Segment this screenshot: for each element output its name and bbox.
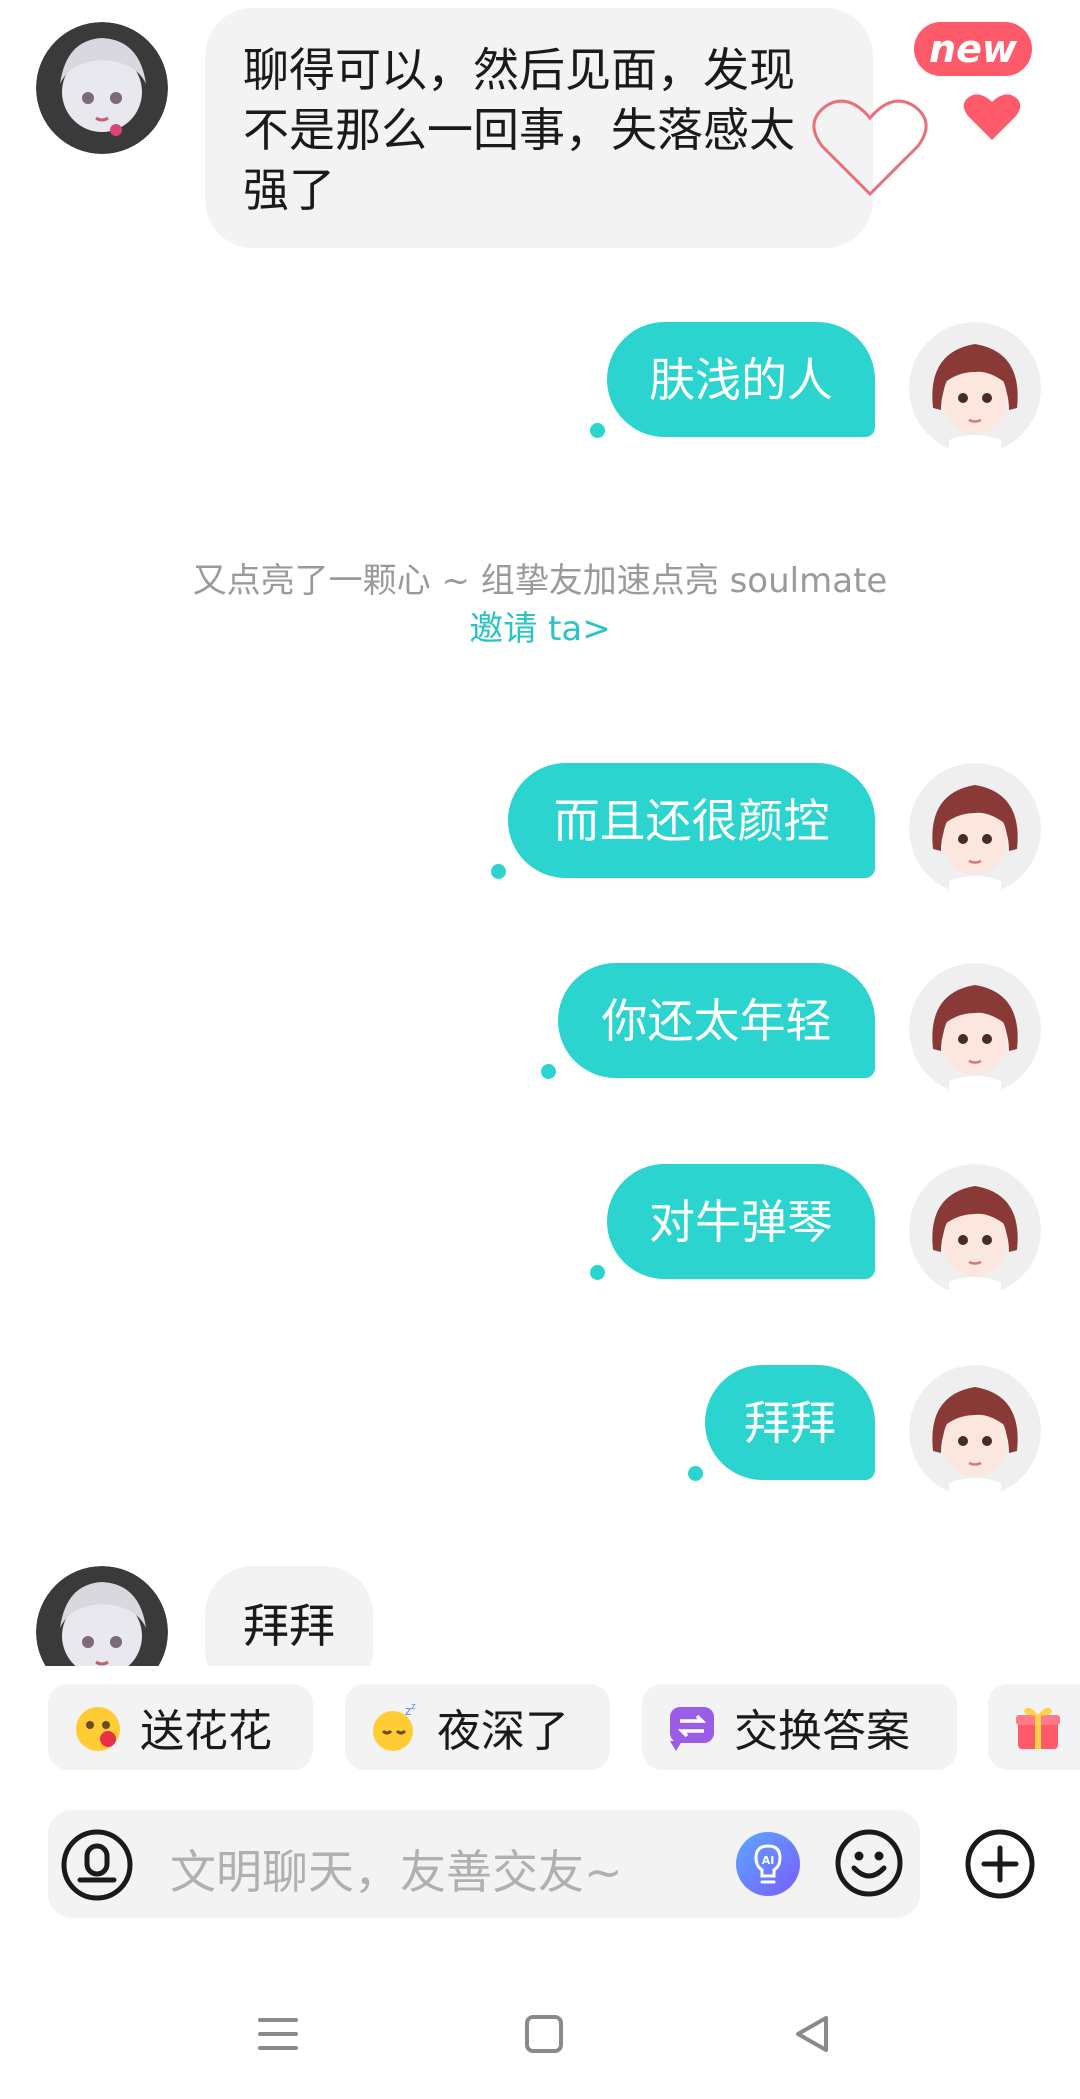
bubble-tail-dot xyxy=(541,1064,556,1079)
svg-text:AI: AI xyxy=(762,1854,775,1867)
partner-avatar[interactable] xyxy=(36,22,168,154)
quick-action-gift[interactable] xyxy=(988,1684,1080,1770)
menu-icon[interactable] xyxy=(254,2010,302,2058)
my-avatar[interactable] xyxy=(909,1365,1041,1497)
message-input-bar: 文明聊天，友善交友~ AI xyxy=(48,1810,920,1918)
message-input[interactable]: 文明聊天，友善交友~ xyxy=(170,1836,623,1902)
quick-action-exchange-answers[interactable]: 交换答案 xyxy=(642,1684,957,1770)
message-bubble-outgoing[interactable]: 拜拜 xyxy=(705,1365,875,1480)
back-icon[interactable] xyxy=(788,2010,836,2058)
flower-face-icon xyxy=(72,1701,124,1753)
gift-icon xyxy=(1012,1701,1064,1753)
heart-icon[interactable] xyxy=(963,92,1021,142)
emoji-icon[interactable] xyxy=(834,1828,904,1898)
my-avatar[interactable] xyxy=(909,963,1041,1095)
message-bubble-outgoing[interactable]: 你还太年轻 xyxy=(558,963,875,1078)
chip-label: 夜深了 xyxy=(437,1706,569,1757)
svg-text:z: z xyxy=(411,1702,416,1712)
my-avatar[interactable] xyxy=(909,1164,1041,1296)
message-bubble-outgoing[interactable]: 对牛弹琴 xyxy=(607,1164,875,1279)
new-badge: new xyxy=(914,22,1032,76)
message-bubble-outgoing[interactable]: 而且还很颜控 xyxy=(508,763,875,878)
partner-avatar[interactable] xyxy=(36,1566,168,1666)
voice-icon[interactable] xyxy=(60,1828,134,1902)
chip-label: 送花花 xyxy=(140,1706,272,1757)
bubble-tail-dot xyxy=(590,1265,605,1280)
invite-link[interactable]: 邀请 ta> xyxy=(0,601,1080,650)
sleepy-face-icon: zz xyxy=(369,1701,421,1753)
system-nav-bar xyxy=(0,1970,1080,2099)
add-icon[interactable] xyxy=(964,1828,1036,1900)
message-clip: 拜拜 xyxy=(0,1550,1080,1666)
quick-action-late-night[interactable]: zz 夜深了 xyxy=(345,1684,610,1770)
chip-label: 交换答案 xyxy=(734,1706,910,1757)
quick-action-send-flowers[interactable]: 送花花 xyxy=(48,1684,313,1770)
bubble-tail-dot xyxy=(491,864,506,879)
heart-outline-icon xyxy=(812,99,928,197)
exchange-icon xyxy=(666,1701,718,1753)
ai-assistant-icon[interactable]: AI xyxy=(734,1830,802,1898)
system-note: 又点亮了一颗心 ~ 组挚友加速点亮 soulmate xyxy=(192,561,888,601)
my-avatar[interactable] xyxy=(909,322,1041,454)
quick-actions-row: 送花花 zz 夜深了 交换答案 xyxy=(0,1684,1080,1772)
message-bubble-incoming[interactable]: 聊得可以，然后见面，发现 不是那么一回事，失落感太 强了 xyxy=(205,8,873,248)
bubble-tail-dot xyxy=(688,1466,703,1481)
home-icon[interactable] xyxy=(520,2010,568,2058)
my-avatar[interactable] xyxy=(909,763,1041,895)
message-bubble-outgoing[interactable]: 肤浅的人 xyxy=(607,322,875,437)
bubble-tail-dot xyxy=(590,423,605,438)
message-bubble-incoming[interactable]: 拜拜 xyxy=(205,1566,373,1666)
